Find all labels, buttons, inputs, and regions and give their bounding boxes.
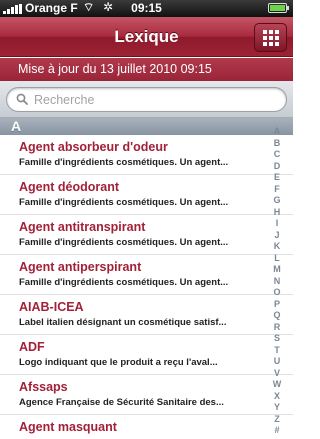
list-item-title: Agent antitranspirant bbox=[19, 220, 146, 234]
index-letter[interactable]: Z bbox=[274, 414, 280, 426]
list-item-description: Logo indiquant que le produit a reçu l'a… bbox=[19, 357, 218, 368]
index-letter[interactable]: N bbox=[274, 276, 281, 288]
list-item-description: Famille d'ingrédients cosmétiques. Un ag… bbox=[19, 277, 229, 288]
list-item-description: Famille d'ingrédients cosmétiques. Un ag… bbox=[19, 157, 229, 168]
update-banner: Mise à jour du 13 juillet 2010 09:15 bbox=[0, 58, 293, 81]
index-letter[interactable]: K bbox=[274, 241, 281, 253]
grid-icon bbox=[262, 29, 279, 46]
index-letter[interactable]: B bbox=[274, 138, 281, 150]
index-letter[interactable]: V bbox=[274, 368, 280, 380]
list-item-title: Agent antiperspirant bbox=[19, 260, 142, 274]
list-item-title: Agent masquant bbox=[19, 420, 117, 434]
index-letter[interactable]: G bbox=[273, 195, 280, 207]
index-letter[interactable]: R bbox=[274, 322, 281, 334]
index-letter[interactable]: M bbox=[273, 264, 281, 276]
navigation-bar: Lexique bbox=[0, 17, 293, 57]
index-letter[interactable]: O bbox=[273, 287, 280, 299]
alphabet-index[interactable]: A B C D E F G H I J K L M N O P Q R S T … bbox=[270, 126, 284, 437]
index-letter[interactable]: # bbox=[274, 425, 279, 437]
list-item-description: Label italien désignant un cosmétique sa… bbox=[19, 317, 227, 328]
search-input[interactable]: Recherche bbox=[6, 87, 287, 112]
index-letter[interactable]: H bbox=[274, 207, 281, 219]
index-letter[interactable]: E bbox=[274, 172, 280, 184]
lexicon-list: Agent absorbeur d'odeur Famille d'ingréd… bbox=[0, 135, 293, 439]
list-item[interactable]: Agent masquant bbox=[0, 415, 293, 439]
index-letter[interactable]: D bbox=[274, 161, 281, 173]
list-item[interactable]: Agent déodorant Famille d'ingrédients co… bbox=[0, 175, 293, 215]
index-letter[interactable]: W bbox=[273, 379, 282, 391]
index-letter[interactable]: J bbox=[274, 230, 279, 242]
index-letter[interactable]: C bbox=[274, 149, 281, 161]
list-item-description: Famille d'ingrédients cosmétiques. Un ag… bbox=[19, 197, 229, 208]
index-letter[interactable]: S bbox=[274, 333, 280, 345]
search-placeholder: Recherche bbox=[34, 93, 95, 107]
list-item[interactable]: AIAB-ICEA Label italien désignant un cos… bbox=[0, 295, 293, 335]
search-bar: Recherche bbox=[0, 81, 293, 118]
list-item[interactable]: Agent antiperspirant Famille d'ingrédien… bbox=[0, 255, 293, 295]
list-item-title: Agent absorbeur d'odeur bbox=[19, 140, 168, 154]
index-letter[interactable]: X bbox=[274, 391, 280, 403]
index-letter[interactable]: F bbox=[274, 184, 280, 196]
list-item[interactable]: ADF Logo indiquant que le produit a reçu… bbox=[0, 335, 293, 375]
search-icon bbox=[16, 93, 28, 105]
status-time: 09:15 bbox=[131, 1, 162, 15]
list-item[interactable]: Agent antitranspirant Famille d'ingrédie… bbox=[0, 215, 293, 255]
list-item-title: AIAB-ICEA bbox=[19, 300, 84, 314]
menu-grid-button[interactable] bbox=[254, 23, 287, 52]
index-letter[interactable]: Q bbox=[273, 310, 280, 322]
list-item-description: Agence Française de Sécurité Sanitaire d… bbox=[19, 397, 224, 408]
index-letter[interactable]: U bbox=[274, 356, 281, 368]
index-letter[interactable]: P bbox=[274, 299, 280, 311]
list-item-title: Agent déodorant bbox=[19, 180, 119, 194]
list-item[interactable]: Afssaps Agence Française de Sécurité San… bbox=[0, 375, 293, 415]
index-letter[interactable]: T bbox=[274, 345, 280, 357]
list-item-title: ADF bbox=[19, 340, 45, 354]
list-item-title: Afssaps bbox=[19, 380, 68, 394]
section-header: A bbox=[0, 118, 293, 135]
index-letter[interactable]: I bbox=[276, 218, 279, 230]
battery-icon bbox=[268, 3, 289, 13]
index-letter[interactable]: A bbox=[274, 126, 281, 138]
page-title: Lexique bbox=[114, 27, 179, 46]
index-letter[interactable]: Y bbox=[274, 402, 280, 414]
list-item[interactable]: Agent absorbeur d'odeur Famille d'ingréd… bbox=[0, 135, 293, 175]
list-item-description: Famille d'ingrédients cosmétiques. Un ag… bbox=[19, 237, 229, 248]
status-bar: Orange F ⌔ ✲ 09:15 bbox=[0, 0, 293, 17]
index-letter[interactable]: L bbox=[274, 253, 280, 265]
